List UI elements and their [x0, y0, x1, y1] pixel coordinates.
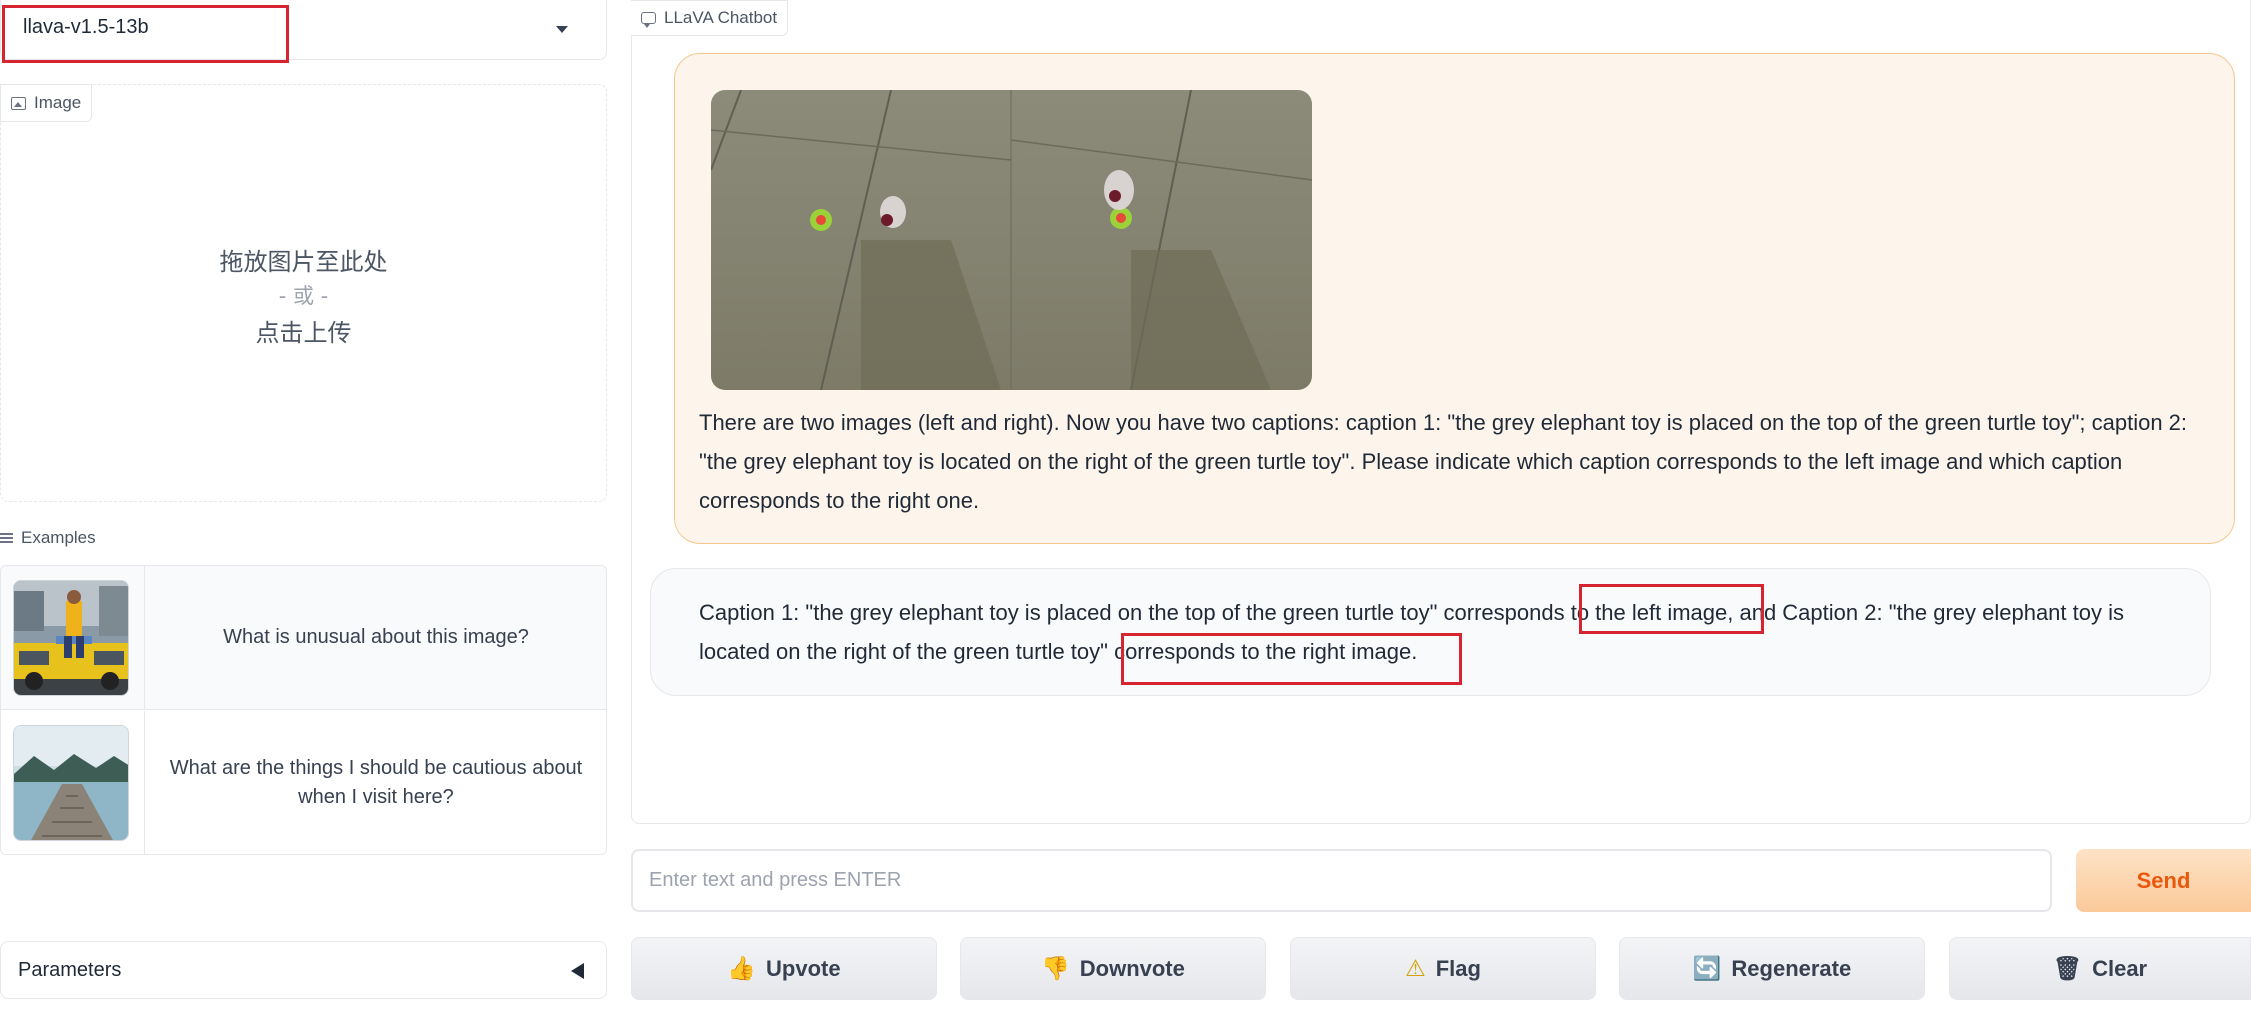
- user-uploaded-image[interactable]: [711, 90, 1312, 390]
- image-icon: [11, 96, 26, 110]
- flag-button[interactable]: ⚠ Flag: [1290, 937, 1596, 1000]
- downvote-label: Downvote: [1079, 955, 1185, 981]
- message-input[interactable]: [631, 849, 2052, 912]
- example-row[interactable]: What is unusual about this image?: [1, 566, 606, 710]
- example-text-2[interactable]: What are the things I should be cautious…: [161, 754, 591, 812]
- parameters-label: Parameters: [18, 959, 122, 981]
- upvote-button[interactable]: 👍 Upvote: [631, 937, 937, 1000]
- user-message-text: There are two images (left and right). N…: [699, 410, 2188, 513]
- upvote-label: Upvote: [766, 955, 841, 981]
- drop-text-upload[interactable]: 点击上传: [0, 313, 607, 348]
- example-row[interactable]: What are the things I should be cautious…: [1, 711, 606, 854]
- send-button[interactable]: Send: [2076, 849, 2251, 912]
- chat-bubble-icon: [641, 12, 656, 28]
- model-dropdown[interactable]: llava-v1.5-13b: [0, 0, 607, 60]
- clear-button[interactable]: 🗑 Clear: [1949, 937, 2251, 1000]
- parameters-accordion[interactable]: Parameters: [0, 941, 607, 999]
- collapse-triangle-icon[interactable]: [571, 963, 584, 979]
- example-divider: [144, 566, 145, 710]
- trash-icon: 🗑: [2052, 956, 2083, 982]
- example-thumbnail-pier[interactable]: [13, 725, 129, 841]
- examples-label: Examples: [0, 528, 96, 548]
- regenerate-label: Regenerate: [1731, 955, 1852, 981]
- example-text-1[interactable]: What is unusual about this image?: [161, 623, 591, 652]
- thumbs-down-icon: 👎: [1041, 956, 1070, 982]
- image-label-text: Image: [34, 93, 82, 112]
- image-block-label: Image: [0, 84, 93, 122]
- chevron-down-icon[interactable]: [556, 26, 568, 33]
- refresh-icon: 🔄: [1692, 956, 1722, 982]
- example-thumbnail-taxi[interactable]: [13, 580, 129, 696]
- warning-icon: ⚠: [1405, 955, 1426, 982]
- examples-label-text: Examples: [21, 528, 96, 547]
- flag-label: Flag: [1435, 955, 1481, 981]
- regenerate-button[interactable]: 🔄 Regenerate: [1619, 937, 1925, 1000]
- clear-label: Clear: [2092, 955, 2148, 981]
- drop-text-or: - 或 -: [278, 284, 329, 308]
- examples-table: What is unusual about this image? What a…: [0, 565, 607, 855]
- thumbs-up-icon: 👍: [727, 956, 757, 982]
- chatbot-label-text: LLaVA Chatbot: [664, 8, 778, 27]
- bot-message-text: Caption 1: "the grey elephant toy is pla…: [699, 600, 2124, 664]
- downvote-button[interactable]: 👎 Downvote: [960, 937, 1266, 1000]
- list-icon: [0, 532, 13, 544]
- drop-text-line1[interactable]: 拖放图片至此处: [0, 242, 607, 277]
- chatbot-label: LLaVA Chatbot: [631, 0, 789, 36]
- example-divider: [144, 711, 145, 854]
- model-dropdown-value: llava-v1.5-13b: [23, 16, 149, 38]
